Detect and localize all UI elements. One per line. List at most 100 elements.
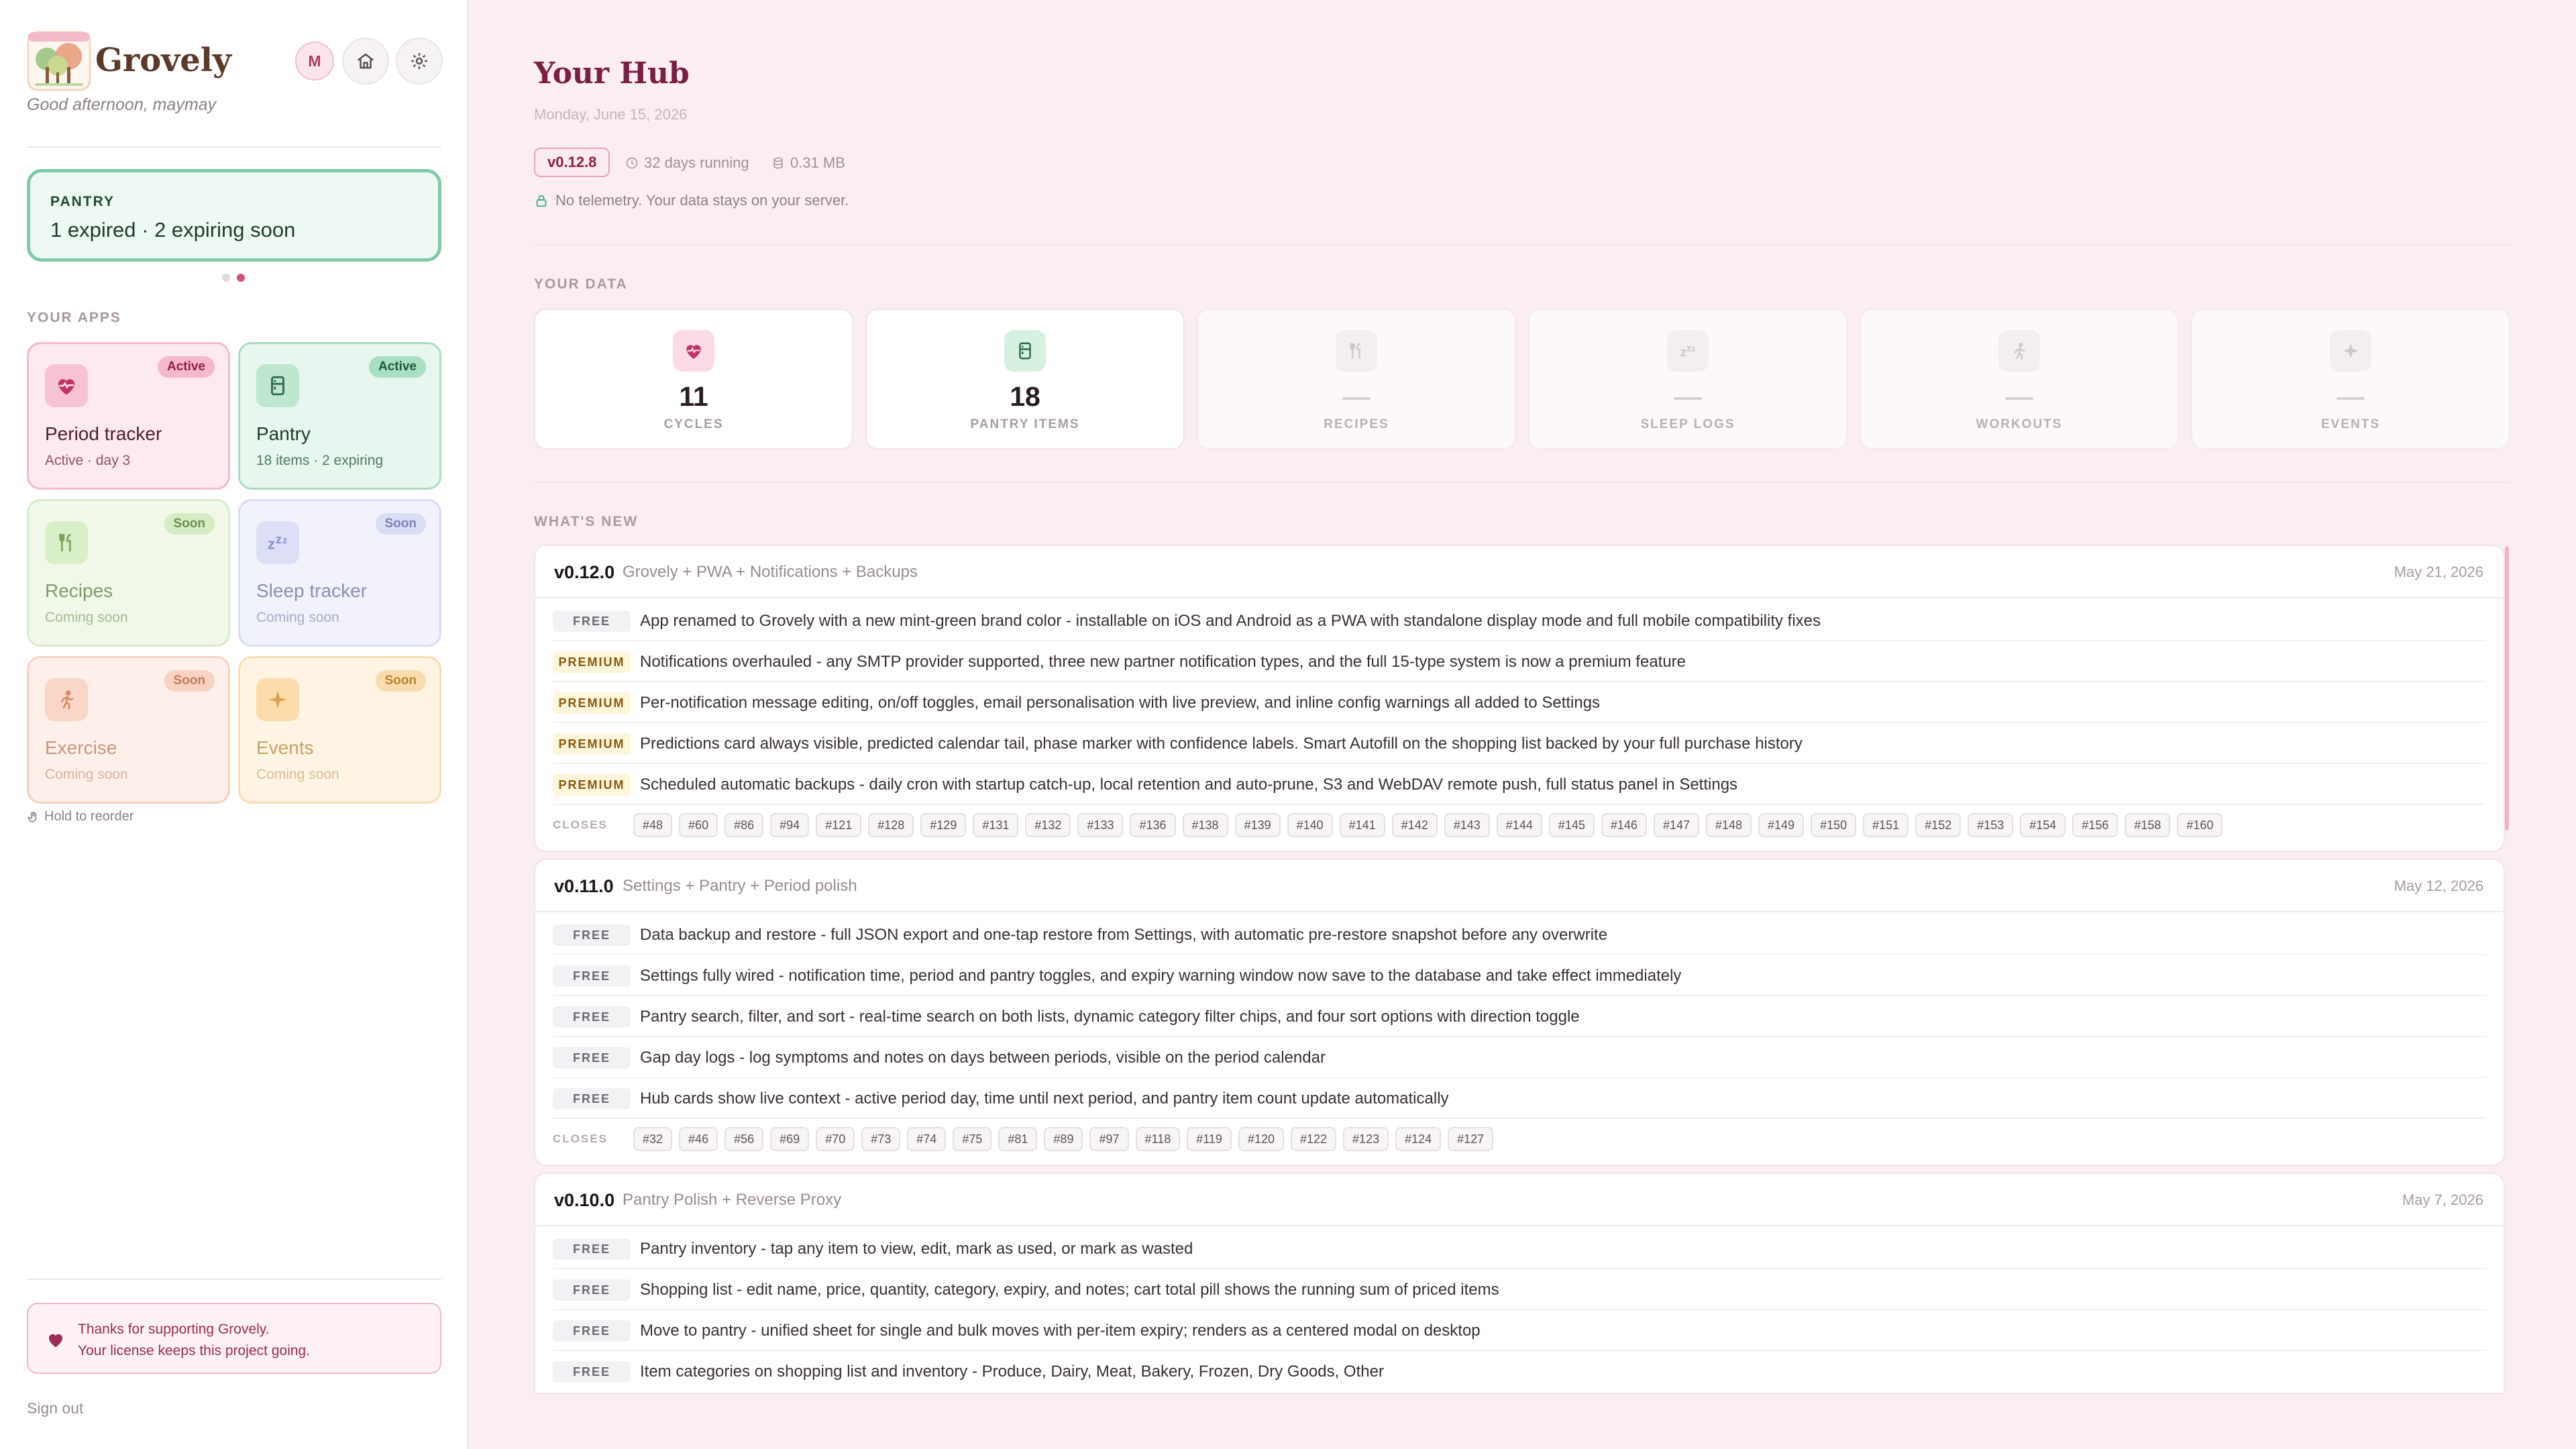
- issue-chip[interactable]: #140: [1287, 813, 1333, 837]
- status-badge: Active: [368, 356, 426, 378]
- stat-card-workouts[interactable]: — WORKOUTS: [1860, 309, 2179, 449]
- release-item-text: Settings fully wired - notification time…: [640, 967, 1682, 985]
- issue-chip[interactable]: #133: [1077, 813, 1124, 837]
- issue-chip[interactable]: #145: [1548, 813, 1595, 837]
- issue-chip[interactable]: #94: [770, 813, 810, 837]
- issue-chip[interactable]: #119: [1187, 1127, 1232, 1151]
- avatar[interactable]: M: [295, 42, 334, 80]
- carousel-dot[interactable]: [222, 274, 230, 282]
- fridge-icon: [256, 364, 299, 407]
- issue-chip[interactable]: #142: [1391, 813, 1438, 837]
- issue-chip[interactable]: #46: [679, 1127, 718, 1151]
- release-item-text: App renamed to Grovely with a new mint-g…: [640, 612, 1821, 630]
- issue-chip[interactable]: #156: [2072, 813, 2118, 837]
- issue-chip[interactable]: #147: [1653, 813, 1699, 837]
- stat-value: —: [1674, 381, 1702, 412]
- app-name: Pantry: [256, 423, 311, 444]
- issue-chip[interactable]: #60: [679, 813, 718, 837]
- issue-chip[interactable]: #129: [920, 813, 967, 837]
- home-icon: [357, 53, 374, 69]
- tier-badge: FREE: [553, 610, 631, 632]
- release-item: FREE App renamed to Grovely with a new m…: [553, 601, 2486, 641]
- page-title: Your Hub: [534, 56, 690, 91]
- issue-chip[interactable]: #136: [1130, 813, 1176, 837]
- issue-chip[interactable]: #149: [1758, 813, 1805, 837]
- app-card-pantry[interactable]: Active Pantry 18 items · 2 expiring: [238, 342, 441, 490]
- status-badge: Soon: [164, 513, 215, 535]
- issue-chip[interactable]: #124: [1395, 1127, 1442, 1151]
- sign-out-link[interactable]: Sign out: [27, 1399, 83, 1417]
- stat-card-cycles[interactable]: 11 CYCLES: [534, 309, 853, 449]
- status-badge: Soon: [164, 670, 215, 692]
- app-card-sleep-tracker[interactable]: zzz Soon Sleep tracker Coming soon: [238, 499, 441, 647]
- issue-chip[interactable]: #154: [2020, 813, 2066, 837]
- hand-icon: [28, 811, 37, 822]
- stat-card-sleep-logs[interactable]: zzz — SLEEP LOGS: [1528, 309, 1847, 449]
- home-button[interactable]: [342, 38, 389, 85]
- issue-chip[interactable]: #131: [973, 813, 1019, 837]
- release-title: Settings + Pantry + Period polish: [623, 877, 857, 895]
- app-card-exercise[interactable]: Soon Exercise Coming soon: [27, 656, 230, 804]
- app-card-recipes[interactable]: Soon Recipes Coming soon: [27, 499, 230, 647]
- issue-chip[interactable]: #146: [1601, 813, 1647, 837]
- issue-chip[interactable]: #141: [1339, 813, 1385, 837]
- tier-badge: PREMIUM: [553, 692, 631, 714]
- release-item: FREE Gap day logs - log symptoms and not…: [553, 1038, 2486, 1078]
- issue-chip[interactable]: #138: [1182, 813, 1228, 837]
- alert-text: 1 expired · 2 expiring soon: [50, 218, 296, 241]
- issue-chip[interactable]: #139: [1234, 813, 1281, 837]
- settings-button[interactable]: [396, 38, 443, 85]
- pantry-alert-card[interactable]: PANTRY 1 expired · 2 expiring soon: [27, 169, 441, 262]
- status-badge: Soon: [375, 670, 426, 692]
- issue-chip[interactable]: #73: [861, 1127, 901, 1151]
- size-text: 0.31 MB: [790, 154, 845, 171]
- issue-chip[interactable]: #89: [1044, 1127, 1083, 1151]
- issue-chip[interactable]: #152: [1915, 813, 1962, 837]
- stat-card-events[interactable]: — EVENTS: [2191, 309, 2510, 449]
- issue-chip[interactable]: #123: [1343, 1127, 1389, 1151]
- closes-label: CLOSES: [553, 818, 608, 831]
- issue-chip[interactable]: #132: [1025, 813, 1071, 837]
- issue-chip[interactable]: #81: [998, 1127, 1038, 1151]
- app-name: Recipes: [45, 580, 113, 601]
- issue-chip[interactable]: #120: [1238, 1127, 1284, 1151]
- stat-label: CYCLES: [663, 417, 724, 431]
- issue-chip[interactable]: #75: [953, 1127, 992, 1151]
- issue-chip[interactable]: #118: [1135, 1127, 1181, 1151]
- release-item: FREE Move to pantry - unified sheet for …: [553, 1311, 2486, 1351]
- issue-chip[interactable]: #122: [1291, 1127, 1337, 1151]
- issue-chip[interactable]: #74: [907, 1127, 947, 1151]
- issue-chip[interactable]: #69: [770, 1127, 810, 1151]
- alert-kicker: PANTRY: [50, 194, 115, 209]
- release-version: v0.12.0: [554, 562, 615, 582]
- issue-chip[interactable]: #150: [1811, 813, 1857, 837]
- issue-chip[interactable]: #86: [724, 813, 764, 837]
- stat-card-recipes[interactable]: — RECIPES: [1197, 309, 1516, 449]
- app-card-period-tracker[interactable]: Active Period tracker Active · day 3: [27, 342, 230, 490]
- issue-chip[interactable]: #144: [1496, 813, 1542, 837]
- issue-chip[interactable]: #143: [1444, 813, 1490, 837]
- issue-chip[interactable]: #70: [816, 1127, 855, 1151]
- app-card-events[interactable]: Soon Events Coming soon: [238, 656, 441, 804]
- running-icon: [45, 678, 88, 721]
- issue-chip[interactable]: #97: [1089, 1127, 1129, 1151]
- issue-chip[interactable]: #121: [816, 813, 862, 837]
- issue-chip[interactable]: #56: [724, 1127, 764, 1151]
- issue-chip[interactable]: #153: [1968, 813, 2014, 837]
- issue-chip[interactable]: #48: [633, 813, 673, 837]
- thanks-line-2: Your license keeps this project going.: [78, 1343, 310, 1358]
- issue-chip[interactable]: #160: [2177, 813, 2223, 837]
- whats-new-scrollbar[interactable]: [2505, 546, 2509, 830]
- issue-chip[interactable]: #32: [633, 1127, 673, 1151]
- issue-chip[interactable]: #158: [2125, 813, 2171, 837]
- issue-chip[interactable]: #148: [1705, 813, 1752, 837]
- issue-chip[interactable]: #127: [1448, 1127, 1494, 1151]
- version-badge: v0.12.8: [534, 148, 610, 177]
- zzz-icon: zzz: [256, 521, 299, 564]
- issue-chip[interactable]: #151: [1863, 813, 1909, 837]
- issue-chip[interactable]: #128: [868, 813, 914, 837]
- carousel-dot-active[interactable]: [237, 274, 245, 282]
- release-item-text: Per-notification message editing, on/off…: [640, 694, 1601, 712]
- whats-new-label: WHAT'S NEW: [534, 514, 639, 529]
- stat-card-pantry-items[interactable]: 18 PANTRY ITEMS: [865, 309, 1185, 449]
